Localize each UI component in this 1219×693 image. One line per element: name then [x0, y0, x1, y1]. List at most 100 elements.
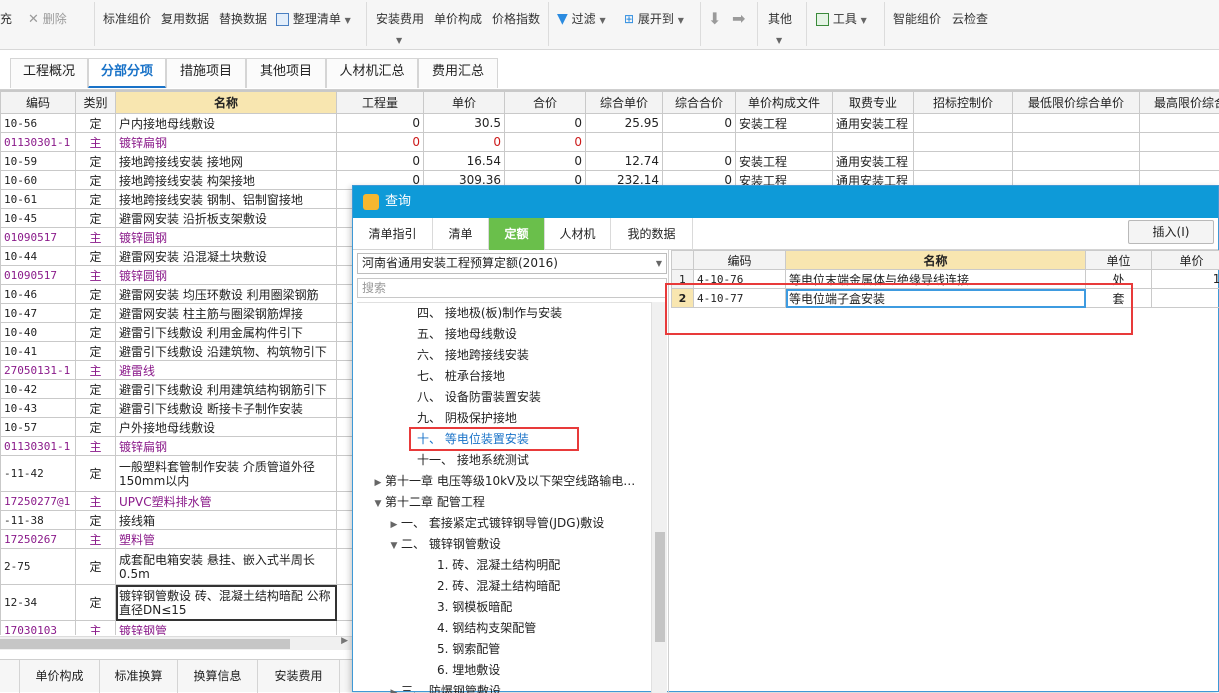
bottom-tab-truncated[interactable]: [0, 660, 20, 693]
cell-type[interactable]: 定: [76, 585, 116, 621]
delete-button[interactable]: ✕ 删除: [28, 9, 67, 29]
cell-spec[interactable]: 通用安装工程: [833, 114, 914, 133]
tab-project-overview[interactable]: 工程概况: [10, 58, 88, 88]
cell-unit-total[interactable]: [663, 133, 736, 152]
result-cell-unit[interactable]: 处: [1086, 270, 1152, 289]
result-cell-price[interactable]: 1: [1152, 289, 1219, 308]
arrow-right-icon[interactable]: ➡: [732, 9, 745, 29]
unit-price-composition-button[interactable]: 单价构成: [434, 9, 482, 29]
cell-type[interactable]: 主: [76, 437, 116, 456]
horizontal-scrollbar[interactable]: ▶: [0, 636, 352, 650]
tree-node[interactable]: 六、 接地跨接线安装: [417, 345, 529, 366]
cell-empty[interactable]: [914, 152, 1013, 171]
tree-node[interactable]: 5. 钢索配管: [437, 639, 500, 660]
price-index-button[interactable]: 价格指数: [492, 9, 540, 29]
grid-header-cell[interactable]: 类别: [76, 92, 116, 114]
tree-node[interactable]: ▼二、 镀锌钢管敷设: [387, 534, 501, 555]
replace-data-button[interactable]: 替换数据: [219, 9, 267, 29]
tree-node[interactable]: 十一、 接地系统测试: [417, 450, 529, 471]
cell-code[interactable]: 01090517: [1, 228, 76, 247]
cell-type[interactable]: 定: [76, 247, 116, 266]
cell-unit-total[interactable]: 0: [663, 152, 736, 171]
chevron-right-icon[interactable]: ▶: [387, 515, 401, 536]
cell-unit-price[interactable]: [586, 133, 663, 152]
cell-empty[interactable]: [1013, 133, 1140, 152]
cell-type[interactable]: 主: [76, 361, 116, 380]
cell-type[interactable]: 定: [76, 285, 116, 304]
result-cell-idx[interactable]: 1: [672, 270, 694, 289]
cell-type[interactable]: 主: [76, 228, 116, 247]
dialog-tab-quota[interactable]: 定额: [489, 218, 545, 250]
dialog-tab-list-guide[interactable]: 清单指引: [353, 218, 433, 250]
cell-code[interactable]: 10-56: [1, 114, 76, 133]
grid-header-cell[interactable]: 单价构成文件: [736, 92, 833, 114]
grid-header-cell[interactable]: 编码: [1, 92, 76, 114]
dialog-tab-my-data[interactable]: 我的数据: [611, 218, 693, 250]
tree-node[interactable]: 五、 接地母线敷设: [417, 324, 517, 345]
cell-total[interactable]: 0: [505, 133, 586, 152]
tree-node[interactable]: 6. 埋地敷设: [437, 660, 500, 681]
cell-code[interactable]: 01130301-1: [1, 437, 76, 456]
cell-name[interactable]: 镀锌圆钢: [116, 266, 337, 285]
cell-code[interactable]: 2-75: [1, 549, 76, 585]
toolbar-supplement[interactable]: 充: [0, 9, 12, 29]
cell-type[interactable]: 主: [76, 530, 116, 549]
result-row[interactable]: 24-10-77等电位端子盒安装套1: [672, 289, 1219, 308]
dialog-tab-list[interactable]: 清单: [433, 218, 489, 250]
arrow-down-icon[interactable]: ⬇: [708, 9, 721, 29]
grid-header-cell[interactable]: 单价: [424, 92, 505, 114]
cell-name[interactable]: 避雷引下线敷设 沿建筑物、构筑物引下: [116, 342, 337, 361]
grid-header-cell[interactable]: 最高限价综合: [1140, 92, 1219, 114]
cell-name[interactable]: 避雷网安装 柱主筋与圈梁钢筋焊接: [116, 304, 337, 323]
cell-type[interactable]: 主: [76, 492, 116, 511]
grid-header-cell[interactable]: 合价: [505, 92, 586, 114]
scrollbar-thumb[interactable]: [655, 532, 665, 642]
tab-measures[interactable]: 措施项目: [166, 58, 246, 88]
cell-code[interactable]: 01090517: [1, 266, 76, 285]
dialog-tab-labor-material[interactable]: 人材机: [545, 218, 611, 250]
grid-header-cell[interactable]: 综合合价: [663, 92, 736, 114]
cell-code[interactable]: 10-42: [1, 380, 76, 399]
cell-qty[interactable]: 0: [337, 152, 424, 171]
grid-header-cell[interactable]: 取费专业: [833, 92, 914, 114]
cell-type[interactable]: 定: [76, 399, 116, 418]
table-row[interactable]: 01130301-1主镀锌扁钢000: [1, 133, 1219, 152]
cell-code[interactable]: 10-61: [1, 190, 76, 209]
cell-code[interactable]: 10-45: [1, 209, 76, 228]
chevron-right-icon[interactable]: ▶: [371, 473, 385, 494]
cell-name[interactable]: 镀锌扁钢: [116, 133, 337, 152]
cell-type[interactable]: 定: [76, 190, 116, 209]
grid-header-cell[interactable]: 最低限价综合单价: [1013, 92, 1140, 114]
results-header-cell[interactable]: [672, 251, 694, 270]
cell-name[interactable]: 接地跨接线安装 接地网: [116, 152, 337, 171]
tree-node[interactable]: ▶一、 套接紧定式镀锌钢导管(JDG)敷设: [387, 513, 604, 534]
install-fee-button[interactable]: 安装费用▼: [376, 9, 424, 29]
bottom-tab-conversion-info[interactable]: 换算信息: [178, 660, 258, 693]
dialog-title-bar[interactable]: 查询: [353, 186, 1218, 218]
tree-node[interactable]: 七、 桩承台接地: [417, 366, 505, 387]
cell-name[interactable]: 户内接地母线敷设: [116, 114, 337, 133]
cell-code[interactable]: 10-47: [1, 304, 76, 323]
cell-file[interactable]: 安装工程: [736, 152, 833, 171]
cell-type[interactable]: 定: [76, 418, 116, 437]
cell-name[interactable]: UPVC塑料排水管: [116, 492, 337, 511]
cell-type[interactable]: 主: [76, 133, 116, 152]
cell-code[interactable]: 10-40: [1, 323, 76, 342]
cell-code[interactable]: 17030103: [1, 621, 76, 636]
cell-type[interactable]: 定: [76, 380, 116, 399]
tab-sub-items[interactable]: 分部分项: [88, 58, 166, 88]
tree-node[interactable]: ▶第十一章 电压等级10kV及以下架空线路输电…: [371, 471, 635, 492]
cell-file[interactable]: [736, 133, 833, 152]
result-row[interactable]: 14-10-76等电位末端金属体与绝缘导线连接处13: [672, 270, 1219, 289]
cell-name[interactable]: 镀锌钢管敷设 砖、混凝土结构暗配 公称直径DN≤15: [116, 585, 337, 621]
insert-button[interactable]: 插入(I): [1128, 220, 1214, 244]
cell-code[interactable]: 01130301-1: [1, 133, 76, 152]
cell-code[interactable]: 10-43: [1, 399, 76, 418]
tree-node[interactable]: 2. 砖、混凝土结构暗配: [437, 576, 560, 597]
cloud-check-button[interactable]: 云检查: [952, 9, 988, 29]
cell-code[interactable]: -11-38: [1, 511, 76, 530]
cell-qty[interactable]: 0: [337, 114, 424, 133]
cell-code[interactable]: 10-41: [1, 342, 76, 361]
chevron-down-icon[interactable]: ▼: [371, 494, 385, 515]
grid-header-cell[interactable]: 综合单价: [586, 92, 663, 114]
